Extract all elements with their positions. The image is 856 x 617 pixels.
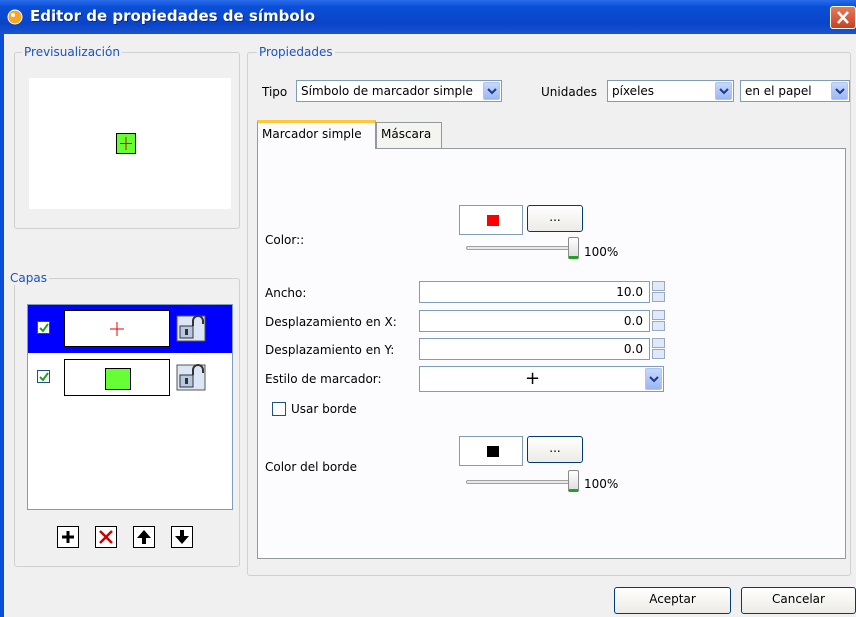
spin-up-icon[interactable] <box>652 310 665 320</box>
check-icon <box>39 323 49 333</box>
unidades-label: Unidades <box>541 85 597 99</box>
dropdown-arrow[interactable] <box>483 82 500 100</box>
chevron-down-icon <box>719 88 729 95</box>
lock-icon[interactable] <box>176 315 206 342</box>
despy-input[interactable]: 0.0 <box>419 338 650 360</box>
button-label: ... <box>549 441 561 455</box>
estilo-value: + <box>525 368 541 389</box>
chevron-down-icon <box>487 88 497 95</box>
despy-spinner[interactable] <box>652 338 665 360</box>
move-down-button[interactable] <box>171 526 193 548</box>
borde-alpha-track[interactable] <box>466 480 572 484</box>
button-label: Cancelar <box>772 592 825 606</box>
plus-icon <box>62 531 74 543</box>
color-sample <box>487 215 499 226</box>
borde-swatch[interactable] <box>459 436 523 466</box>
layer-row[interactable] <box>28 354 232 402</box>
ok-button[interactable]: Aceptar <box>614 587 731 614</box>
dropdown-arrow[interactable] <box>715 82 732 100</box>
despx-input[interactable]: 0.0 <box>419 310 650 332</box>
layer-visible-checkbox[interactable] <box>37 321 50 334</box>
color-alpha-value: 100% <box>584 245 619 259</box>
layer-preview <box>64 310 170 347</box>
arrow-up-icon <box>137 530 151 544</box>
move-up-button[interactable] <box>133 526 155 548</box>
layer-row[interactable] <box>28 305 232 353</box>
cross-icon <box>120 137 132 150</box>
add-layer-button[interactable] <box>57 526 79 548</box>
remove-layer-button[interactable] <box>95 526 117 548</box>
dropdown-arrow[interactable] <box>645 368 662 390</box>
app-icon <box>7 9 23 25</box>
despy-label: Desplazamiento en Y: <box>265 343 395 357</box>
lock-icon[interactable] <box>176 364 206 391</box>
layer-preview <box>64 359 170 396</box>
preview-canvas <box>29 78 231 209</box>
chevron-down-icon <box>835 88 845 95</box>
spin-down-icon[interactable] <box>652 292 665 302</box>
borde-alpha-thumb[interactable] <box>568 470 579 492</box>
properties-group-label: Propiedades <box>257 45 335 59</box>
color-alpha-track[interactable] <box>466 246 572 250</box>
despy-value: 0.0 <box>623 342 643 356</box>
despx-label: Desplazamiento en X: <box>265 315 397 329</box>
tab-label: Marcador simple <box>262 127 362 141</box>
borde-label: Color del borde <box>265 460 357 474</box>
despx-spinner[interactable] <box>652 310 665 332</box>
unidades-select[interactable]: píxeles <box>607 80 734 102</box>
spin-down-icon[interactable] <box>652 349 665 359</box>
borde-sample <box>487 446 499 457</box>
tab-marcador-simple[interactable]: Marcador simple <box>257 120 376 149</box>
borde-alpha-value: 100% <box>584 477 619 491</box>
tab-label: Máscara <box>381 127 432 141</box>
papel-value: en el papel <box>745 84 812 98</box>
tipo-select[interactable]: Símbolo de marcador simple <box>296 80 502 102</box>
square-marker <box>105 368 131 390</box>
ancho-input[interactable]: 10.0 <box>419 281 650 303</box>
chevron-down-icon <box>649 376 659 383</box>
tipo-label: Tipo <box>262 85 288 99</box>
window-title: Editor de propiedades de símbolo <box>30 7 316 25</box>
title-bar: Editor de propiedades de símbolo <box>0 0 856 34</box>
ancho-value: 10.0 <box>616 285 643 299</box>
ancho-label: Ancho: <box>265 286 307 300</box>
layers-list <box>27 304 233 510</box>
papel-select[interactable]: en el papel <box>740 80 850 102</box>
layer-visible-checkbox[interactable] <box>37 370 50 383</box>
cross-icon <box>110 322 124 336</box>
arrow-down-icon <box>175 530 189 544</box>
check-icon <box>39 372 49 382</box>
ancho-spinner[interactable] <box>652 281 665 303</box>
tab-mascara[interactable]: Máscara <box>376 122 442 148</box>
spin-down-icon[interactable] <box>652 321 665 331</box>
button-label: Aceptar <box>649 592 696 606</box>
usar-borde-checkbox[interactable] <box>272 402 286 416</box>
x-icon <box>99 530 113 544</box>
preview-group-label: Previsualización <box>22 45 122 59</box>
estilo-label: Estilo de marcador: <box>265 372 382 386</box>
color-picker-button[interactable]: ... <box>527 205 583 232</box>
despx-value: 0.0 <box>623 314 643 328</box>
unidades-value: píxeles <box>612 84 655 98</box>
spin-up-icon[interactable] <box>652 281 665 291</box>
close-button[interactable] <box>830 6 856 29</box>
color-alpha-thumb[interactable] <box>568 237 579 259</box>
preview-marker <box>116 133 136 154</box>
cancel-button[interactable]: Cancelar <box>741 587 856 614</box>
spin-up-icon[interactable] <box>652 338 665 348</box>
close-icon <box>837 11 849 24</box>
borde-picker-button[interactable]: ... <box>527 436 583 463</box>
usar-borde-label: Usar borde <box>291 402 357 416</box>
button-label: ... <box>549 210 561 224</box>
dropdown-arrow[interactable] <box>831 82 848 100</box>
color-label: Color:: <box>265 233 305 247</box>
tipo-value: Símbolo de marcador simple <box>301 84 473 98</box>
layers-group-label: Capas <box>8 271 49 285</box>
window-frame <box>0 34 4 617</box>
estilo-select[interactable]: + <box>419 366 664 392</box>
color-swatch[interactable] <box>459 205 523 235</box>
